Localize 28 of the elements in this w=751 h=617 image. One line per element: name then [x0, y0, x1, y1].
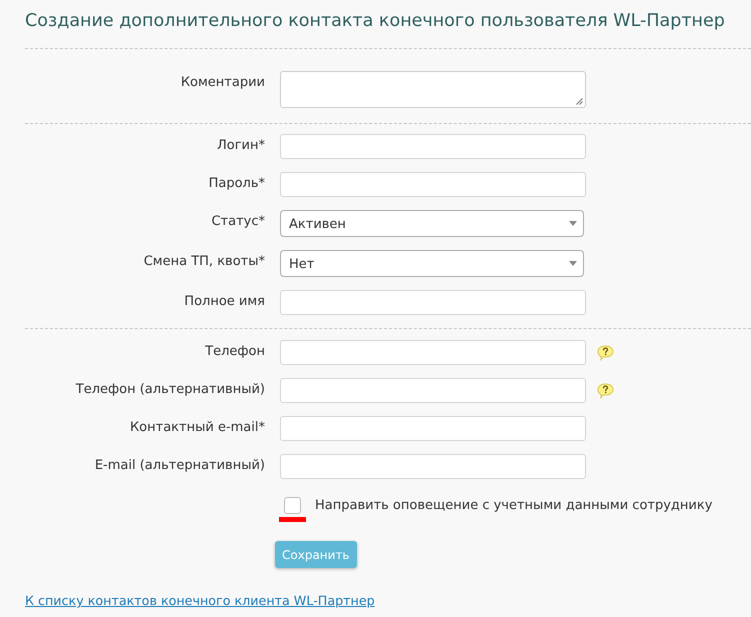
select-field[interactable]: Нет	[280, 250, 584, 277]
input-field[interactable]	[280, 134, 586, 159]
input-field[interactable]	[280, 416, 586, 441]
page-title: Создание дополнительного контакта конечного пользователя WL-Партнер	[25, 10, 726, 33]
help-icon[interactable]	[597, 383, 614, 399]
field-label: Телефон	[204, 343, 265, 361]
checkbox[interactable]	[284, 497, 301, 514]
field-label: Статус*	[210, 213, 265, 231]
caret-icon	[569, 221, 577, 226]
select-field[interactable]: Активен	[280, 210, 584, 237]
input-field[interactable]	[280, 378, 586, 403]
input-field[interactable]	[280, 290, 586, 315]
field-label: Полное имя	[183, 293, 265, 311]
help-icon[interactable]	[597, 345, 614, 361]
caret-icon	[569, 261, 577, 266]
field-label: Логин*	[216, 137, 265, 155]
field-label: Пароль*	[208, 175, 265, 193]
resize-grip-icon[interactable]	[576, 98, 583, 105]
checkbox-label: Направить оповещение с учетными данными сотруднику	[315, 497, 712, 515]
field-label: Коментарии	[180, 74, 265, 92]
input-field[interactable]	[280, 340, 586, 365]
field-label: Контактный e-mail*	[128, 419, 265, 437]
back-link[interactable]: К списку контактов конечного клиента WL-Партнер	[25, 593, 375, 608]
field-label: E-mail (альтернативный)	[94, 457, 265, 475]
input-field[interactable]	[280, 454, 586, 479]
input-field[interactable]	[280, 172, 586, 197]
field-label: Смена ТП, квоты*	[142, 253, 265, 271]
field-label: Телефон (альтернативный)	[74, 381, 265, 399]
